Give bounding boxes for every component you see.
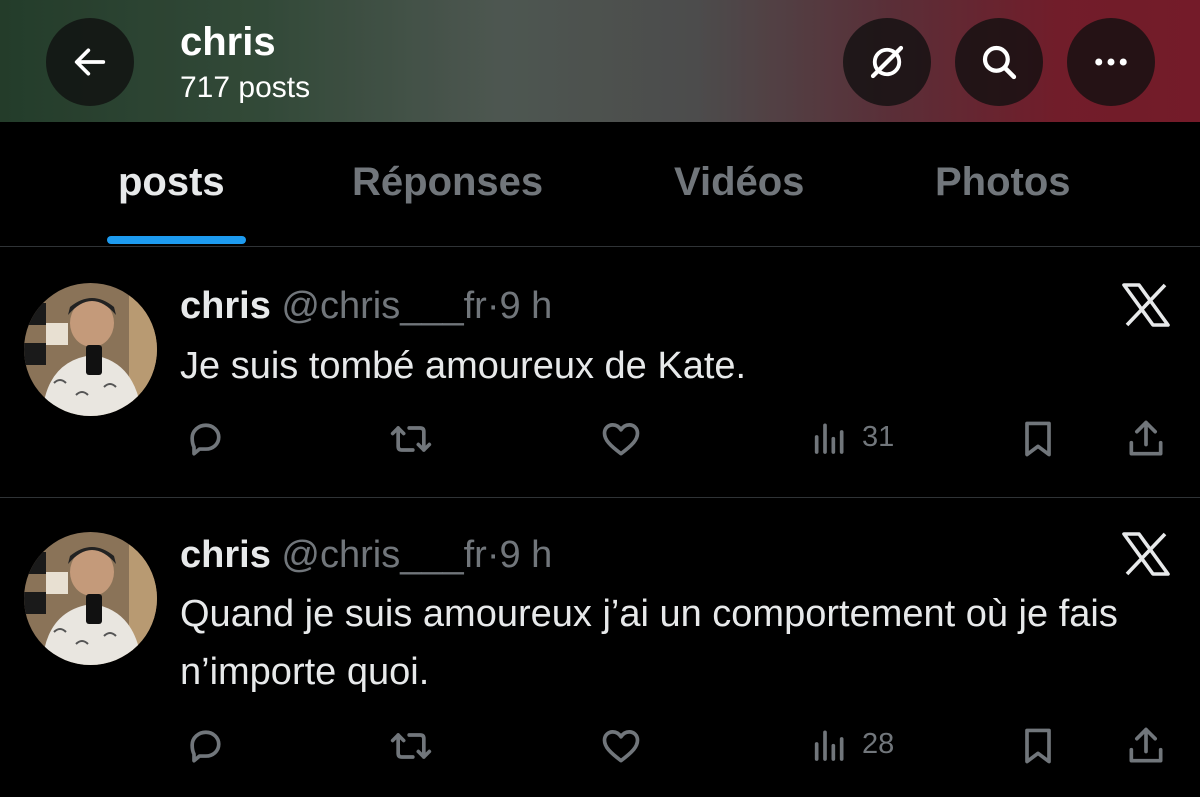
author-handle[interactable]: @chris___fr <box>281 534 486 576</box>
heart-icon <box>602 730 640 763</box>
repost-icon <box>390 426 432 452</box>
bookmark-icon <box>1025 421 1051 457</box>
repost-button[interactable] <box>386 724 436 768</box>
post-item[interactable]: chris @chris___fr·9 h Quand je suis amou… <box>0 498 1200 797</box>
like-button[interactable] <box>598 724 644 768</box>
post-text: Quand je suis amoureux j’ai un comportem… <box>180 593 1118 693</box>
post-time[interactable]: 9 h <box>499 285 552 327</box>
search-button[interactable] <box>955 18 1043 106</box>
avatar[interactable] <box>24 283 157 416</box>
profile-header: chris 717 posts <box>0 0 1200 122</box>
back-arrow-icon <box>74 48 106 76</box>
tab-videos[interactable]: Vidéos <box>674 162 804 202</box>
avatar[interactable] <box>24 532 157 665</box>
share-button[interactable] <box>1124 417 1168 461</box>
author-name[interactable]: chris <box>180 534 271 576</box>
views-button[interactable]: 28 <box>810 724 894 764</box>
back-button[interactable] <box>46 18 134 106</box>
views-icon <box>814 730 844 761</box>
post-meta: chris @chris___fr·9 h <box>180 536 552 574</box>
search-icon <box>982 45 1017 80</box>
post-item[interactable]: chris @chris___fr·9 h Je suis tombé amou… <box>0 247 1200 498</box>
meta-separator: · <box>486 285 500 327</box>
grok-button[interactable] <box>843 18 931 106</box>
views-icon <box>814 423 844 454</box>
profile-name: chris <box>180 20 276 64</box>
repost-icon <box>390 733 432 759</box>
active-tab-indicator <box>107 236 246 244</box>
meta-separator: · <box>486 534 500 576</box>
reply-icon <box>190 730 221 763</box>
tab-posts[interactable]: posts <box>118 162 225 202</box>
more-icon <box>1095 58 1127 66</box>
tab-photos[interactable]: Photos <box>935 162 1071 202</box>
heart-icon <box>602 423 640 456</box>
reply-icon <box>190 423 221 456</box>
x-logo-icon <box>1122 532 1170 576</box>
views-button[interactable]: 31 <box>810 417 894 457</box>
author-handle[interactable]: @chris___fr <box>281 285 486 327</box>
share-button[interactable] <box>1124 724 1168 768</box>
views-count: 28 <box>862 727 895 760</box>
share-icon <box>1129 420 1163 456</box>
share-icon <box>1129 727 1163 763</box>
bookmark-button[interactable] <box>1016 724 1060 768</box>
post-count: 717 posts <box>180 71 311 104</box>
bookmark-button[interactable] <box>1016 417 1060 461</box>
post-time[interactable]: 9 h <box>499 534 552 576</box>
grok-icon <box>870 45 904 79</box>
views-count: 31 <box>862 420 895 453</box>
author-name[interactable]: chris <box>180 285 271 327</box>
repost-button[interactable] <box>386 417 436 461</box>
like-button[interactable] <box>598 417 644 461</box>
profile-tabs: posts Réponses Vidéos Photos <box>0 122 1200 247</box>
tab-replies[interactable]: Réponses <box>352 162 543 202</box>
bookmark-icon <box>1025 728 1051 764</box>
post-text: Je suis tombé amoureux de Kate. <box>180 345 747 387</box>
post-meta: chris @chris___fr·9 h <box>180 287 552 325</box>
x-logo-icon <box>1122 283 1170 327</box>
more-button[interactable] <box>1067 18 1155 106</box>
reply-button[interactable] <box>183 417 227 461</box>
reply-button[interactable] <box>183 724 227 768</box>
